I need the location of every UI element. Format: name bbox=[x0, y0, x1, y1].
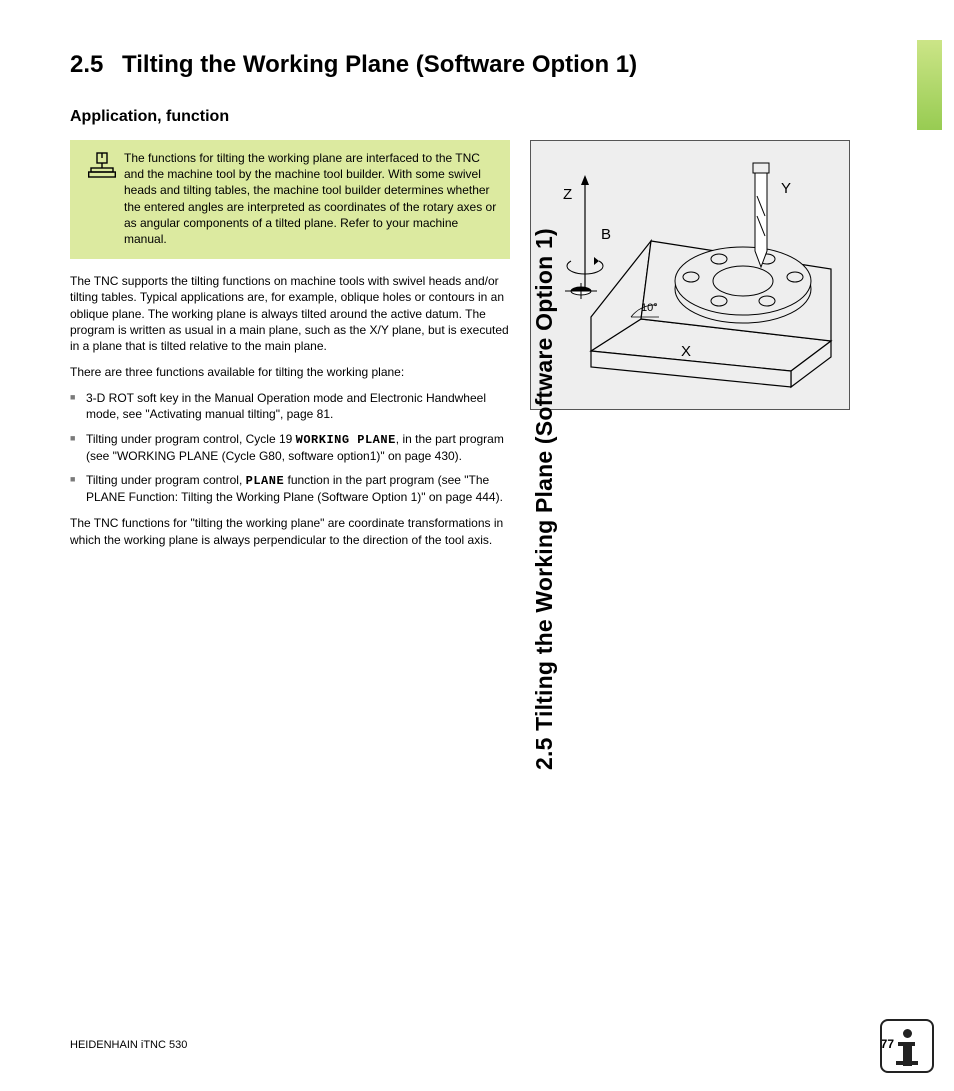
manual-icon bbox=[80, 150, 124, 247]
list-item-text-pre: Tilting under program control, Cycle 19 bbox=[86, 432, 296, 446]
subheading: Application, function bbox=[70, 108, 894, 126]
axis-x-label: X bbox=[681, 343, 691, 360]
list-item: Tilting under program control, Cycle 19 … bbox=[70, 431, 510, 464]
page-footer: HEIDENHAIN iTNC 530 77 bbox=[70, 1037, 894, 1051]
section-heading: 2.5 Tilting the Working Plane (Software … bbox=[70, 50, 894, 80]
content-columns: The functions for tilting the working pl… bbox=[70, 140, 894, 558]
figure-tilted-plane: Z B bbox=[530, 140, 850, 410]
axis-y-label: Y bbox=[781, 180, 791, 197]
page: 2.5 Tilting the Working Plane (Software … bbox=[0, 0, 954, 1091]
bullet-list: 3-D ROT soft key in the Manual Operation… bbox=[70, 390, 510, 505]
list-item: Tilting under program control, PLANE fun… bbox=[70, 472, 510, 505]
axis-b-label: B bbox=[601, 226, 611, 243]
paragraph-1: The TNC supports the tilting functions o… bbox=[70, 273, 510, 354]
info-icon bbox=[880, 1019, 934, 1073]
paragraph-2: There are three functions available for … bbox=[70, 364, 510, 380]
note-text: The functions for tilting the working pl… bbox=[124, 150, 498, 247]
list-item-mono: PLANE bbox=[246, 474, 285, 488]
list-item-mono: WORKING PLANE bbox=[296, 433, 396, 447]
angle-label: 10° bbox=[641, 302, 658, 314]
section-title: Tilting the Working Plane (Software Opti… bbox=[122, 50, 637, 80]
axis-z-label: Z bbox=[563, 186, 572, 203]
list-item-text-pre: Tilting under program control, bbox=[86, 473, 246, 487]
left-column: The functions for tilting the working pl… bbox=[70, 140, 510, 558]
list-item: 3-D ROT soft key in the Manual Operation… bbox=[70, 390, 510, 422]
note-box: The functions for tilting the working pl… bbox=[70, 140, 510, 259]
footer-product: HEIDENHAIN iTNC 530 bbox=[70, 1039, 187, 1051]
list-item-text: 3-D ROT soft key in the Manual Operation… bbox=[86, 391, 486, 421]
side-tab: 2.5 Tilting the Working Plane (Software … bbox=[902, 40, 942, 770]
side-tab-accent bbox=[917, 40, 942, 130]
side-tab-title: 2.5 Tilting the Working Plane (Software … bbox=[531, 40, 558, 770]
section-number: 2.5 bbox=[70, 50, 122, 80]
paragraph-3: The TNC functions for "tilting the worki… bbox=[70, 515, 510, 547]
right-column: Z B bbox=[530, 140, 850, 410]
